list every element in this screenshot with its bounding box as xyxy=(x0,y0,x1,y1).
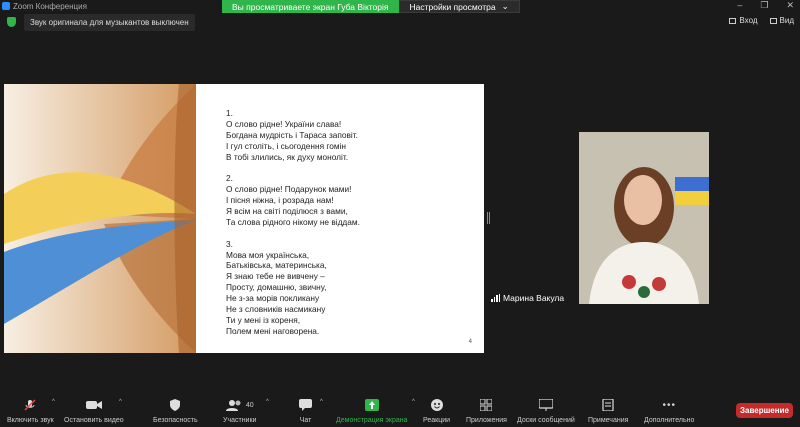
grid-view-icon xyxy=(769,17,777,24)
poem-line: Не з словників насмикану xyxy=(226,304,326,315)
fullscreen-icon xyxy=(729,17,737,24)
minimize-button[interactable]: – xyxy=(737,0,742,11)
poem-line: І гул століть, і сьогодення гомін xyxy=(226,140,346,151)
poem-line: 3. xyxy=(226,238,233,249)
apps-label: Приложения xyxy=(466,417,507,424)
unmute-label: Включить звук xyxy=(7,417,54,424)
participant-video-frame xyxy=(579,132,709,304)
poem-line: Батьківська, материнська, xyxy=(226,260,327,271)
participants-icon: 40 xyxy=(225,399,254,411)
apps-grid-icon xyxy=(480,399,493,411)
unmute-button[interactable]: Включить звук xyxy=(7,399,54,424)
whiteboards-button[interactable]: Доски сообщений xyxy=(517,399,575,424)
poem-line: О слово рідне! України слава! xyxy=(226,118,342,129)
smiley-icon xyxy=(430,399,443,411)
whiteboards-label: Доски сообщений xyxy=(517,417,575,424)
book-pages-image xyxy=(4,84,196,353)
original-sound-notice: Звук оригинала для музыкантов выключен xyxy=(24,14,195,31)
poem-stanza: 2. О слово рідне! Подарунок мами! І пісня … xyxy=(226,173,476,228)
video-camera-icon xyxy=(85,399,102,411)
security-button[interactable]: Безопасность xyxy=(153,399,198,424)
reactions-button[interactable]: Реакции xyxy=(423,399,450,424)
notes-button[interactable]: Примечания xyxy=(588,399,628,424)
poem-line: 2. xyxy=(226,173,233,184)
view-label: Вид xyxy=(779,16,794,25)
slide-page-number: 4 xyxy=(468,339,472,345)
chat-bubble-icon xyxy=(299,399,312,411)
enter-label: Вход xyxy=(739,16,758,25)
participants-label: Участники xyxy=(223,417,257,424)
share-banner: Вы просматриваете экран Губа Вікторія На… xyxy=(222,0,520,13)
signal-bars-icon xyxy=(491,294,500,302)
apps-button[interactable]: Приложения xyxy=(466,399,507,424)
poem-line: Ти у мені із кореня, xyxy=(226,315,301,325)
share-options-caret[interactable]: ^ xyxy=(412,399,415,405)
poem-line: Просту, домашню, звичну, xyxy=(226,282,327,293)
poem-line: О слово рідне! Подарунок мами! xyxy=(226,184,352,195)
whiteboard-icon xyxy=(538,399,553,411)
share-screen-icon xyxy=(364,399,379,411)
security-label: Безопасность xyxy=(153,417,198,424)
window-title: Zoom Конференция xyxy=(13,1,87,11)
poem-line: Мова моя українська, xyxy=(226,249,310,260)
stop-video-button[interactable]: Остановить видео xyxy=(64,399,124,424)
close-window-button[interactable]: ✕ xyxy=(786,0,794,11)
book-illustration xyxy=(4,84,196,353)
participant-name-tag: Марина Вакула xyxy=(491,293,564,303)
notes-label: Примечания xyxy=(588,417,629,424)
poem-line: Та слова рідного нікому не віддам. xyxy=(226,216,360,227)
zoom-logo-icon xyxy=(2,2,10,10)
more-dots-icon: ••• xyxy=(662,399,676,411)
top-right-controls: Вход Вид xyxy=(729,16,794,25)
split-view-drag-handle[interactable] xyxy=(487,212,490,224)
video-options-caret[interactable]: ^ xyxy=(119,399,122,405)
stop-video-label: Остановить видео xyxy=(64,417,124,424)
viewing-status: Вы просматриваете экран Губа Вікторія xyxy=(222,0,399,13)
chevron-down-icon: ⌄ xyxy=(501,1,509,11)
poem-line: 1. xyxy=(226,108,233,118)
participant-video[interactable] xyxy=(579,132,709,304)
notes-icon xyxy=(602,399,614,411)
enter-fullscreen-button[interactable]: Вход xyxy=(729,16,758,25)
poem-line: Полем мені наговорена. xyxy=(226,325,320,336)
more-button[interactable]: ••• Дополнительно xyxy=(644,399,695,425)
poem-stanza: 3. Мова моя українська, Батьківська, матер… xyxy=(226,239,476,337)
participant-name: Марина Вакула xyxy=(503,293,565,303)
chat-label: Чат xyxy=(299,417,312,424)
poem-stanza: 1. О слово рідне! України слава! Богдана м… xyxy=(226,108,476,163)
chat-options-caret[interactable]: ^ xyxy=(320,399,323,405)
participants-options-caret[interactable]: ^ xyxy=(266,399,269,405)
security-shield-icon xyxy=(170,399,181,411)
window-controls: – ❐ ✕ xyxy=(737,0,794,11)
more-label: Дополнительно xyxy=(644,417,695,424)
shared-screen[interactable]: 1. О слово рідне! України слава! Богдана м… xyxy=(4,84,484,353)
end-meeting-button[interactable]: Завершение xyxy=(736,403,793,418)
muted-mic-icon xyxy=(24,399,36,411)
chat-button[interactable]: Чат xyxy=(299,399,312,424)
poem-line: Я знаю тебе не вивчену – xyxy=(226,271,325,282)
share-screen-label: Демонстрация экрана xyxy=(336,417,408,424)
view-button[interactable]: Вид xyxy=(769,16,794,25)
encryption-shield-icon[interactable] xyxy=(7,17,16,27)
reactions-label: Реакции xyxy=(423,417,451,424)
participants-button[interactable]: 40 Участники xyxy=(223,399,256,424)
share-screen-button[interactable]: Демонстрация экрана xyxy=(336,399,408,424)
poem-line: В тобі злились, як духу моноліт. xyxy=(226,151,349,162)
meeting-toolbar: Включить звук ^ Остановить видео ^ Безоп… xyxy=(0,393,800,427)
poem-line: Не з-за морів покликану xyxy=(226,293,320,304)
participants-count: 40 xyxy=(245,401,254,409)
audio-options-caret[interactable]: ^ xyxy=(52,399,55,405)
view-options-button[interactable]: Настройки просмотра ⌄ xyxy=(398,0,520,13)
view-options-label: Настройки просмотра xyxy=(409,1,496,12)
poem-text: 1. О слово рідне! України слава! Богдана м… xyxy=(226,108,476,348)
restore-button[interactable]: ❐ xyxy=(760,0,768,11)
poem-line: Богдана мудрість і Тараса заповіт. xyxy=(226,129,358,140)
poem-line: Я всім на світі поділюся з вами, xyxy=(226,206,348,217)
poem-line: І пісня ніжна, і розрада нам! xyxy=(226,195,334,206)
